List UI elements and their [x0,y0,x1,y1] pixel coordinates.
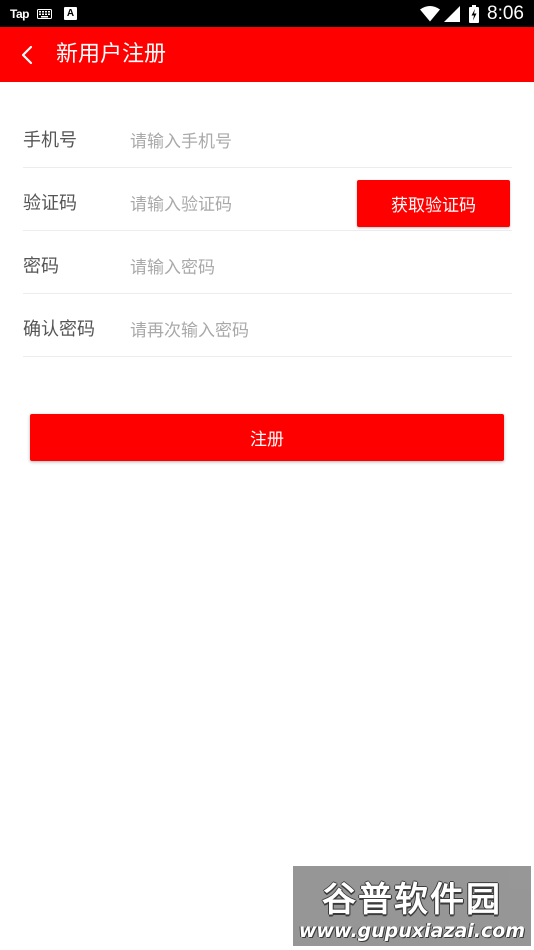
get-verification-code-button[interactable]: 获取验证码 [357,180,510,227]
phone-label: 手机号 [23,130,77,151]
input-method-icon: A [63,7,77,20]
phone-row: 手机号 [23,105,512,168]
watermark-url: www.gupuxiazai.com [298,920,526,942]
watermark: 谷普软件园 www.gupuxiazai.com [293,866,531,946]
confirm-password-row: 确认密码 [23,294,512,357]
battery-charging-icon [469,4,480,23]
verification-code-row: 验证码 获取验证码 [23,168,512,231]
watermark-name: 谷普软件园 [322,880,502,920]
status-app-name: Tap [10,6,29,21]
status-time: 8:06 [487,3,524,24]
status-bar: Tap A 8:06 [0,0,534,27]
page-title: 新用户注册 [56,42,167,67]
verification-code-input[interactable] [130,186,350,224]
back-button[interactable] [13,37,41,72]
status-bar-right: 8:06 [420,0,524,27]
password-row: 密码 [23,231,512,294]
app-bar: 新用户注册 [0,27,534,82]
confirm-password-label: 确认密码 [23,319,95,340]
phone-input[interactable] [130,123,500,161]
verification-code-label: 验证码 [23,193,77,214]
cell-signal-icon [444,5,461,22]
status-bar-left: Tap A [10,0,77,27]
wifi-icon [420,5,441,21]
confirm-password-input[interactable] [130,312,500,350]
password-label: 密码 [23,256,59,277]
register-button[interactable]: 注册 [30,414,504,461]
chevron-left-icon [21,45,33,64]
keyboard-icon [36,8,52,19]
password-input[interactable] [130,249,500,287]
